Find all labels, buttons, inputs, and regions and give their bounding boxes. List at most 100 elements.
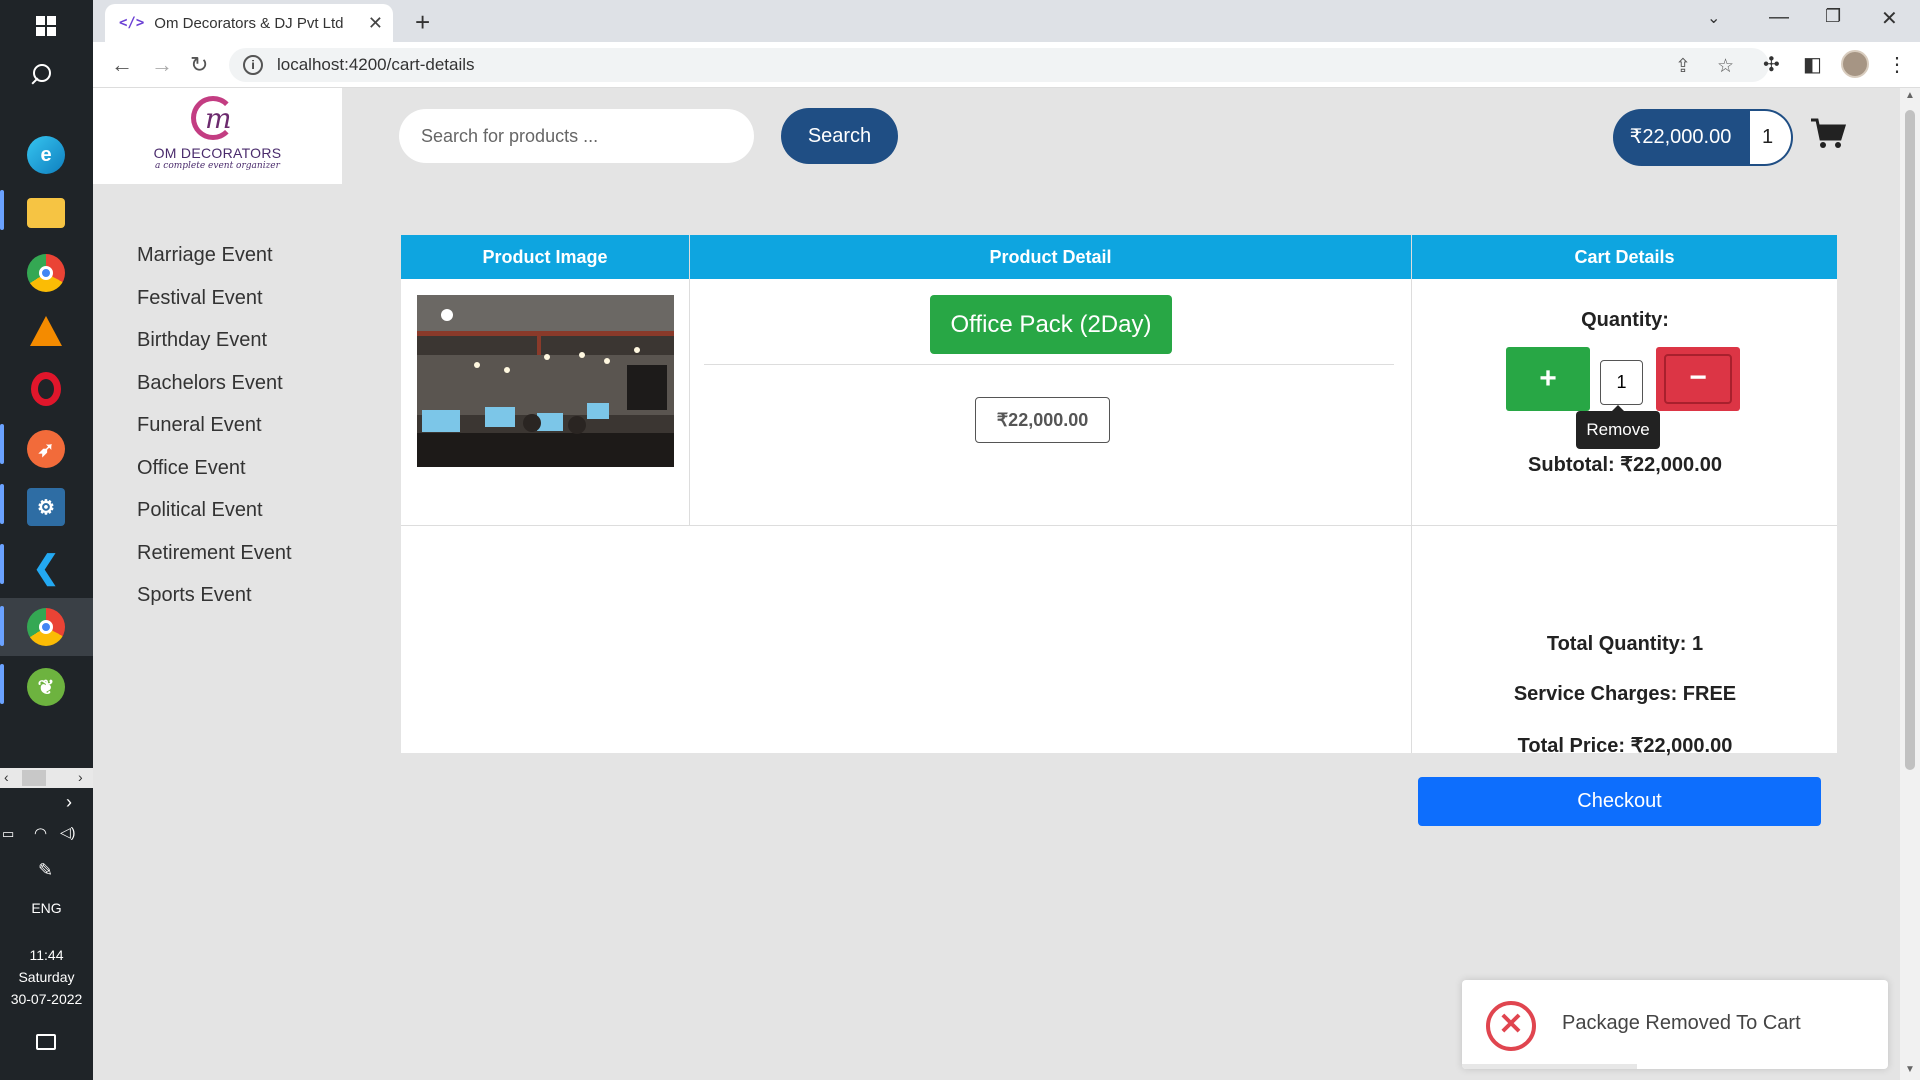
spring-tool-icon[interactable]: ❦ xyxy=(27,668,65,706)
checkout-button[interactable]: Checkout xyxy=(1418,777,1821,826)
sidebar-item-birthday[interactable]: Birthday Event xyxy=(137,319,292,362)
tab-search-icon[interactable]: ⌄ xyxy=(1707,8,1720,28)
sidebar-item-office[interactable]: Office Event xyxy=(137,447,292,490)
logo[interactable]: m OM DECORATORS a complete event organiz… xyxy=(93,88,342,184)
reload-icon[interactable]: ↻ xyxy=(190,52,208,78)
windows-start-icon[interactable] xyxy=(36,16,56,36)
logo-tagline: a complete event organizer xyxy=(155,161,280,171)
taskbar-active-indicator xyxy=(0,664,4,704)
back-icon[interactable]: ← xyxy=(111,52,133,78)
sidebar-item-retirement[interactable]: Retirement Event xyxy=(137,532,292,575)
chrome-dev-icon[interactable] xyxy=(27,608,65,646)
taskbar-active-indicator xyxy=(0,424,4,464)
cart-summary-pill[interactable]: ₹22,000.00 1 xyxy=(1613,109,1793,166)
vlc-icon[interactable] xyxy=(27,312,65,350)
taskbar-active-indicator xyxy=(0,190,4,230)
page-scroll-thumb[interactable] xyxy=(1905,110,1915,770)
close-window-icon[interactable]: ✕ xyxy=(1881,6,1898,31)
browser-tab[interactable]: </> Om Decorators & DJ Pvt Ltd ✕ xyxy=(105,4,393,42)
opera-icon[interactable] xyxy=(27,370,65,408)
cart-count: 1 xyxy=(1750,111,1791,164)
notifications-icon[interactable] xyxy=(36,1034,56,1050)
quantity-label: Quantity: xyxy=(1581,309,1669,331)
toast-message: Package Removed To Cart xyxy=(1562,1012,1801,1034)
new-tab-icon[interactable]: + xyxy=(415,7,430,38)
error-circle-icon: ✕ xyxy=(1486,1001,1536,1051)
web-page: m OM DECORATORS a complete event organiz… xyxy=(93,88,1900,1080)
product-name-button[interactable]: Office Pack (2Day) xyxy=(930,295,1172,354)
address-bar[interactable]: i localhost:4200/cart-details ⇪ ☆ xyxy=(229,48,1769,82)
wifi-icon[interactable]: ◠ xyxy=(34,824,47,842)
logo-text: OM DECORATORS xyxy=(153,145,282,161)
product-image xyxy=(417,295,674,467)
scroll-down-icon[interactable]: ▼ xyxy=(1905,1064,1915,1075)
row-divider xyxy=(401,525,1837,526)
postman-icon[interactable]: ➶ xyxy=(27,430,65,468)
sidebar-item-bachelors[interactable]: Bachelors Event xyxy=(137,362,292,405)
quantity-input[interactable] xyxy=(1600,360,1643,405)
search-button[interactable]: Search xyxy=(781,108,898,164)
sidebar-item-sports[interactable]: Sports Event xyxy=(137,574,292,617)
sidebar-item-political[interactable]: Political Event xyxy=(137,489,292,532)
battery-icon[interactable]: ▭ xyxy=(2,826,14,842)
tab-title: Om Decorators & DJ Pvt Ltd xyxy=(154,14,344,32)
sidebar-item-marriage[interactable]: Marriage Event xyxy=(137,234,292,277)
header-cart-details: Cart Details xyxy=(1412,235,1837,279)
scroll-right-icon[interactable]: › xyxy=(78,769,83,785)
scroll-up-icon[interactable]: ▲ xyxy=(1905,90,1915,101)
share-icon[interactable]: ⇪ xyxy=(1675,55,1691,78)
restore-icon[interactable]: ❐ xyxy=(1825,6,1841,27)
browser-toolbar: ← → ↻ i localhost:4200/cart-details ⇪ ☆ … xyxy=(93,42,1920,88)
minus-icon: − xyxy=(1664,354,1732,404)
extensions-icon[interactable]: ✣ xyxy=(1763,52,1780,77)
chrome-icon[interactable] xyxy=(27,254,65,292)
site-info-icon[interactable]: i xyxy=(243,55,263,75)
total-quantity: Total Quantity: 1 xyxy=(1546,633,1704,655)
tab-close-icon[interactable]: ✕ xyxy=(368,13,383,34)
bookmark-star-icon[interactable]: ☆ xyxy=(1717,55,1734,78)
volume-icon[interactable]: ◁) xyxy=(60,824,75,841)
chevron-right-icon[interactable]: › xyxy=(66,792,72,813)
forward-icon[interactable]: → xyxy=(151,52,173,78)
search-input[interactable] xyxy=(399,109,754,163)
taskbar-active-indicator xyxy=(0,484,4,524)
file-explorer-icon[interactable] xyxy=(27,198,65,228)
cart-table: Product Image Product Detail Cart Detail… xyxy=(401,235,1837,826)
side-panel-icon[interactable]: ◧ xyxy=(1803,52,1822,77)
sidebar-item-festival[interactable]: Festival Event xyxy=(137,277,292,320)
language-indicator[interactable]: ENG xyxy=(0,897,93,919)
menu-kebab-icon[interactable]: ⋮ xyxy=(1887,52,1907,77)
sidebar-item-funeral[interactable]: Funeral Event xyxy=(137,404,292,447)
category-sidebar: Marriage Event Festival Event Birthday E… xyxy=(137,234,292,617)
pen-icon[interactable]: ✎ xyxy=(38,860,53,881)
clock-date[interactable]: 30-07-2022 xyxy=(0,988,93,1010)
total-price: Total Price: ₹22,000.00 xyxy=(1517,735,1733,757)
vscode-icon[interactable]: ❮ xyxy=(27,548,65,586)
taskbar-scrollbar[interactable]: ‹ › xyxy=(0,768,93,788)
code-favicon-icon: </> xyxy=(119,15,145,31)
column-divider xyxy=(1411,235,1412,753)
page-scrollbar[interactable]: ▲ ▼ xyxy=(1900,88,1920,1080)
browser-tabstrip: </> Om Decorators & DJ Pvt Ltd ✕ + ⌄ — ❐… xyxy=(93,0,1920,42)
service-charges: Service Charges: FREE xyxy=(1513,683,1737,705)
decrease-quantity-button[interactable]: − xyxy=(1656,347,1740,411)
url-text: localhost:4200/cart-details xyxy=(277,55,475,74)
mysql-workbench-icon[interactable]: ⚙ xyxy=(27,488,65,526)
item-subtotal: Subtotal: ₹22,000.00 xyxy=(1528,454,1722,476)
profile-avatar[interactable] xyxy=(1841,50,1869,78)
clock-day[interactable]: Saturday xyxy=(0,966,93,988)
taskbar-active-indicator xyxy=(0,544,4,584)
clock-time[interactable]: 11:44 xyxy=(0,944,93,966)
scroll-left-icon[interactable]: ‹ xyxy=(4,769,9,785)
edge-icon[interactable]: e xyxy=(27,136,65,174)
toast-notification[interactable]: ✕ Package Removed To Cart xyxy=(1462,980,1888,1069)
minimize-icon[interactable]: — xyxy=(1769,6,1789,29)
scroll-thumb[interactable] xyxy=(22,770,46,786)
windows-taskbar: e ➶ ⚙ ❮ ❦ ‹ › › ▭ ◠ ◁) ✎ ENG 11:44 Satur… xyxy=(0,0,93,1080)
logo-emblem-letter: m xyxy=(205,102,232,135)
remove-tooltip: Remove xyxy=(1576,405,1660,449)
taskbar-active-indicator xyxy=(0,606,4,646)
increase-quantity-button[interactable]: + xyxy=(1506,347,1590,411)
cart-total: ₹22,000.00 xyxy=(1629,126,1732,148)
shopping-cart-icon[interactable] xyxy=(1810,118,1846,150)
